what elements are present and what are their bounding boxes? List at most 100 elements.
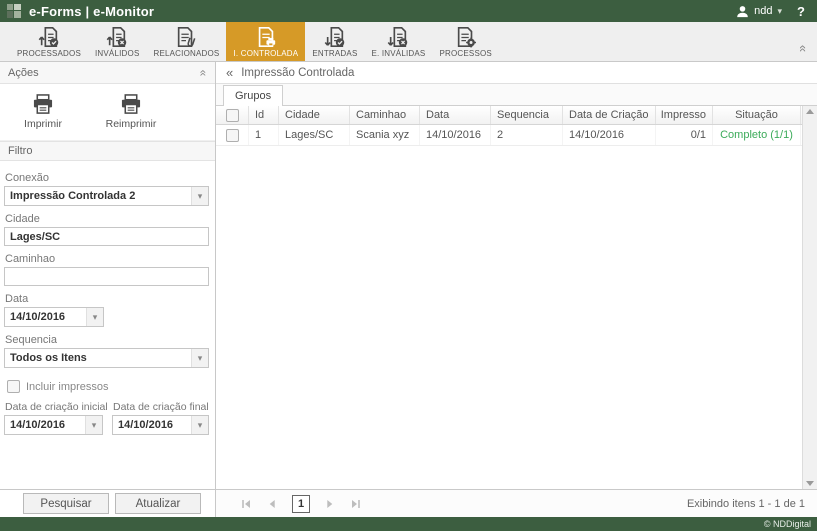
imprimir-button[interactable]: Imprimir: [12, 94, 74, 130]
scroll-up-icon[interactable]: [806, 109, 814, 114]
sidebar-footer: Pesquisar Atualizar: [0, 489, 215, 517]
cidade-input[interactable]: Lages/SC: [4, 227, 209, 246]
col-situacao[interactable]: Situação: [713, 106, 801, 124]
filtro-title: Filtro: [8, 145, 32, 157]
pesquisar-button[interactable]: Pesquisar: [23, 493, 109, 514]
conexao-select[interactable]: Impressão Controlada 2 ▾: [4, 186, 209, 206]
scroll-down-icon[interactable]: [806, 481, 814, 486]
tab-invalidos[interactable]: INVÁLIDOS: [88, 22, 146, 61]
doc-paperclip-icon: [175, 25, 197, 48]
tab-entradas[interactable]: ENTRADAS: [305, 22, 364, 61]
select-all-checkbox[interactable]: [226, 109, 239, 122]
reimprimir-button[interactable]: Reimprimir: [100, 94, 162, 130]
first-page-button[interactable]: [240, 498, 252, 510]
chevron-down-icon[interactable]: ▾: [86, 308, 103, 326]
tab-label: ENTRADAS: [312, 49, 357, 58]
tab-i-controlada[interactable]: I. CONTROLADA: [226, 22, 305, 61]
tab-label: RELACIONADOS: [153, 49, 219, 58]
collapse-sidebar-icon[interactable]: «: [226, 65, 233, 80]
criacao-final-value: 14/10/2016: [113, 419, 191, 431]
data-value: 14/10/2016: [5, 311, 86, 323]
chevron-down-icon[interactable]: ▾: [191, 349, 208, 367]
tab-label: E. INVÁLIDAS: [371, 49, 425, 58]
criacao-inicial-select[interactable]: 14/10/2016 ▾: [4, 415, 103, 435]
doc-download-check-icon: [324, 25, 346, 48]
actions-panel-header: Ações «: [0, 62, 215, 84]
pagination-bar: 1 Exibindo itens 1 - 1 de 1: [216, 489, 817, 517]
tab-grupos[interactable]: Grupos: [223, 85, 283, 106]
conexao-label: Conexão: [5, 172, 209, 184]
criacao-final-label: Data de criação final: [113, 401, 209, 413]
col-id[interactable]: Id: [249, 106, 279, 124]
content-tabstrip: Grupos: [216, 84, 817, 106]
table-row[interactable]: 1 Lages/SC Scania xyz 14/10/2016 2 14/10…: [216, 125, 802, 146]
sidebar: Ações « Imprimir Reimprimir Filtro Conex…: [0, 62, 216, 517]
actions-row: Imprimir Reimprimir: [0, 84, 215, 141]
data-select[interactable]: 14/10/2016 ▾: [4, 307, 104, 327]
printer-icon: [31, 94, 55, 115]
current-page[interactable]: 1: [292, 495, 310, 513]
row-checkbox-cell: [216, 125, 249, 145]
title-bar: e-Forms | e-Monitor ndd ▾ ?: [0, 0, 817, 22]
doc-gear-icon: [455, 25, 477, 48]
user-icon: [736, 5, 749, 18]
cell-data-criacao: 14/10/2016: [563, 125, 656, 145]
help-button[interactable]: ?: [797, 4, 805, 19]
col-sequencia[interactable]: Sequencia: [491, 106, 563, 124]
tab-processos[interactable]: PROCESSOS: [432, 22, 498, 61]
reimprimir-label: Reimprimir: [106, 118, 157, 130]
doc-printer-icon: [255, 25, 277, 48]
app-logo-icon: [7, 4, 21, 18]
filtro-panel-header: Filtro: [0, 141, 215, 161]
conexao-value: Impressão Controlada 2: [5, 190, 191, 202]
cell-impresso: 0/1: [656, 125, 713, 145]
sequencia-select[interactable]: Todos os Itens ▾: [4, 348, 209, 368]
atualizar-button[interactable]: Atualizar: [115, 493, 201, 514]
last-page-button[interactable]: [350, 498, 362, 510]
col-data-criacao[interactable]: Data de Criação: [563, 106, 656, 124]
app-window: e-Forms | e-Monitor ndd ▾ ? PROCESSADOS: [0, 0, 817, 531]
cell-id: 1: [249, 125, 279, 145]
incluir-impressos-label: Incluir impressos: [26, 381, 109, 393]
tab-relacionados[interactable]: RELACIONADOS: [146, 22, 226, 61]
sequencia-label: Sequencia: [5, 334, 209, 346]
actions-title: Ações: [8, 67, 39, 79]
page-title: Impressão Controlada: [241, 67, 354, 79]
chevron-down-icon[interactable]: ▾: [191, 187, 208, 205]
vertical-scrollbar[interactable]: [802, 106, 817, 489]
copyright: © NDDigital: [764, 519, 811, 529]
chevron-down-icon: ▾: [778, 6, 783, 17]
doc-upload-check-icon: [38, 25, 60, 48]
tab-processados[interactable]: PROCESSADOS: [10, 22, 88, 61]
cell-sequencia: 2: [491, 125, 563, 145]
col-caminhao[interactable]: Caminhao: [350, 106, 420, 124]
criacao-final-select[interactable]: 14/10/2016 ▾: [112, 415, 209, 435]
tab-label: I. CONTROLADA: [233, 49, 298, 58]
table-header-row: Id Cidade Caminhao Data Sequencia Data d…: [216, 106, 802, 125]
data-label: Data: [5, 293, 209, 305]
tab-label: PROCESSOS: [439, 49, 491, 58]
prev-page-button[interactable]: [266, 498, 278, 510]
chevron-down-icon[interactable]: ▾: [191, 416, 208, 434]
cell-situacao: Completo (1/1): [713, 125, 801, 145]
grid-area: Id Cidade Caminhao Data Sequencia Data d…: [216, 106, 817, 489]
next-page-button[interactable]: [324, 498, 336, 510]
actions-collapse-icon[interactable]: «: [198, 69, 210, 76]
col-cidade[interactable]: Cidade: [279, 106, 350, 124]
user-menu[interactable]: ndd ▾: [736, 5, 782, 18]
col-impresso[interactable]: Impresso: [656, 106, 713, 124]
cell-cidade: Lages/SC: [279, 125, 350, 145]
breadcrumb: « Impressão Controlada: [216, 62, 817, 84]
chevron-down-icon[interactable]: ▾: [85, 416, 102, 434]
main-pane: « Impressão Controlada Grupos Id Cidade …: [216, 62, 817, 517]
caminhao-input[interactable]: [4, 267, 209, 286]
pagination-status: Exibindo itens 1 - 1 de 1: [687, 498, 805, 510]
row-checkbox[interactable]: [226, 129, 239, 142]
toolbar-collapse-icon[interactable]: «: [797, 45, 810, 52]
col-data[interactable]: Data: [420, 106, 491, 124]
tab-e-invalidas[interactable]: E. INVÁLIDAS: [364, 22, 432, 61]
app-title: e-Forms | e-Monitor: [29, 4, 154, 19]
toolbar: PROCESSADOS INVÁLIDOS RELACIONADOS I. CO…: [0, 22, 817, 62]
tab-label: INVÁLIDOS: [95, 49, 139, 58]
incluir-impressos-checkbox[interactable]: [7, 380, 20, 393]
